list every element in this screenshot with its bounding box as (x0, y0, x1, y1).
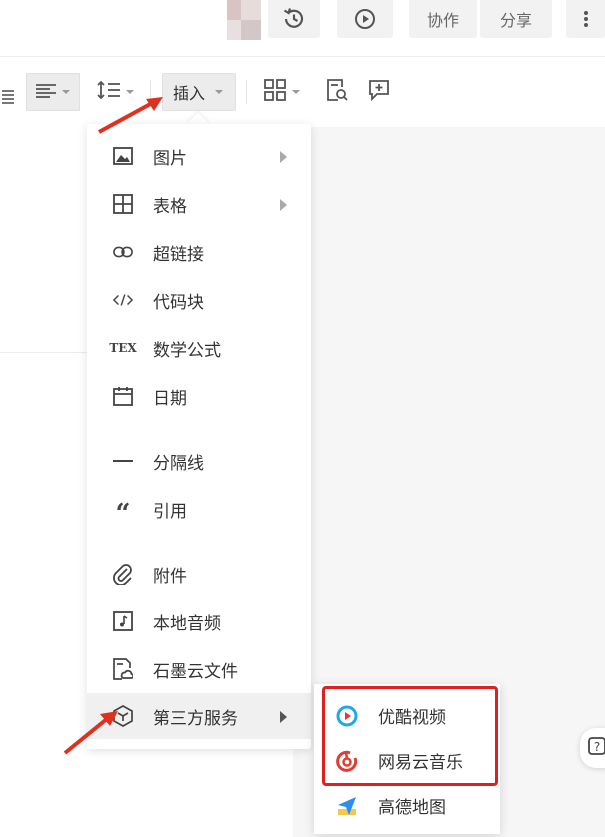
add-comment-button[interactable] (362, 73, 396, 111)
menu-item-label: 表格 (153, 196, 187, 217)
help-button[interactable]: ? (580, 728, 605, 768)
menu-item-link[interactable]: 超链接 (87, 229, 311, 275)
doc-search-button[interactable] (320, 73, 354, 111)
menu-item-label: 代码块 (153, 292, 204, 313)
menu-item-quote[interactable]: “ 引用 (87, 486, 311, 532)
chevron-down-icon (215, 90, 224, 94)
menu-item-label: 引用 (153, 501, 187, 522)
submenu-arrow-icon (280, 711, 287, 723)
list-icon[interactable] (0, 76, 16, 116)
share-label: 分享 (499, 11, 532, 30)
menu-item-code[interactable]: 代码块 (87, 277, 311, 323)
chevron-down-icon (292, 90, 300, 94)
annotation-arrow-icon (63, 711, 118, 755)
menu-item-label: 分隔线 (153, 453, 204, 474)
paperclip-icon (113, 564, 133, 585)
highlight-box (322, 686, 498, 786)
collab-button[interactable]: 协作 (409, 0, 477, 38)
amap-icon (336, 795, 358, 817)
menu-item-label: 本地音频 (153, 613, 221, 634)
submenu-arrow-icon (280, 199, 287, 211)
menu-item-cloud-file[interactable]: 石墨云文件 (87, 646, 311, 692)
code-icon (113, 290, 133, 310)
submenu-item-amap[interactable]: 高德地图 (314, 782, 500, 828)
menu-item-label: 附件 (153, 566, 187, 587)
history-button[interactable] (268, 0, 320, 38)
cloud-file-icon (113, 658, 133, 680)
doc-search-icon (326, 79, 348, 105)
submenu-item-label: 高德地图 (378, 797, 446, 818)
audio-file-icon (113, 611, 133, 631)
menu-item-label: 超链接 (153, 244, 204, 265)
top-header: 协作 分享 (0, 0, 605, 57)
tex-icon-text: TEX (109, 341, 137, 355)
menu-item-label: 图片 (153, 148, 187, 169)
link-icon (113, 242, 133, 262)
grid-icon (264, 79, 286, 105)
align-left-icon (36, 83, 56, 102)
svg-text:?: ? (594, 740, 600, 754)
submenu-arrow-icon (280, 151, 287, 163)
help-icon: ? (588, 737, 605, 759)
more-icon (583, 9, 589, 29)
menu-item-attachment[interactable]: 附件 (87, 551, 311, 597)
align-button[interactable] (26, 73, 80, 111)
quote-icon: “ (113, 499, 133, 529)
menu-item-formula[interactable]: TEX 数学公式 (87, 325, 311, 371)
play-icon (353, 7, 377, 31)
share-button[interactable]: 分享 (480, 0, 552, 38)
annotation-arrow-icon (98, 97, 163, 134)
menu-item-divider[interactable]: 分隔线 (87, 438, 311, 484)
collab-label: 协作 (426, 11, 459, 30)
chevron-down-icon (62, 90, 70, 94)
calendar-icon (113, 386, 133, 406)
table-icon (113, 194, 133, 214)
present-button[interactable] (337, 0, 393, 38)
more-button[interactable] (566, 0, 605, 38)
layout-button[interactable] (258, 73, 306, 111)
menu-item-table[interactable]: 表格 (87, 181, 311, 227)
menu-item-third-party[interactable]: 第三方服务 (87, 693, 311, 739)
insert-label: 插入 (173, 84, 206, 103)
divider-icon (113, 451, 133, 471)
history-icon (281, 6, 307, 32)
menu-item-label: 第三方服务 (153, 708, 238, 729)
tex-icon: TEX (109, 338, 136, 358)
quote-icon-text: “ (115, 499, 131, 529)
chevron-down-icon (126, 90, 134, 94)
user-avatar[interactable] (227, 0, 261, 40)
menu-item-date[interactable]: 日期 (87, 373, 311, 419)
menu-item-label: 石墨云文件 (153, 661, 238, 682)
menu-item-label: 日期 (153, 388, 187, 409)
image-icon (113, 146, 133, 166)
paragraph-divider (0, 352, 90, 353)
menu-item-local-audio[interactable]: 本地音频 (87, 598, 311, 644)
menu-item-image[interactable]: 图片 (87, 133, 311, 179)
comment-add-icon (368, 79, 390, 105)
insert-button[interactable]: 插入 (162, 73, 236, 111)
toolbar-divider (246, 80, 247, 104)
menu-item-label: 数学公式 (153, 340, 221, 361)
